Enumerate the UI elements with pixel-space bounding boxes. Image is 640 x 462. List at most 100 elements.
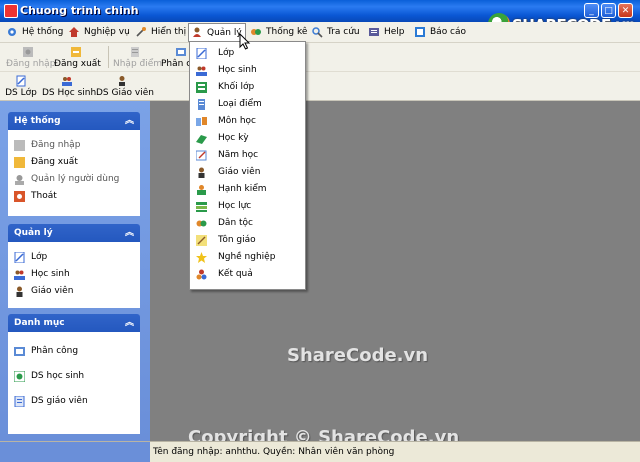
dropdown-item-hoc-luc[interactable]: Học lực bbox=[190, 198, 305, 215]
dropdown-item-label: Giáo viên bbox=[218, 167, 261, 177]
help-icon bbox=[369, 28, 379, 36]
list-toolbar: DS Lớp DS Học sinh DS Giáo viên bbox=[0, 72, 640, 101]
toolbar-logout-button[interactable]: Đăng xuất bbox=[54, 44, 101, 70]
toolbar-label: Nhập điểm bbox=[113, 59, 163, 69]
maximize-button[interactable]: □ bbox=[601, 3, 616, 18]
sidebar-item-label: DS học sinh bbox=[31, 371, 85, 381]
semester-icon bbox=[196, 135, 207, 144]
menu-label: Báo cáo bbox=[430, 27, 467, 37]
students-icon bbox=[62, 77, 72, 86]
toolbar-students-button[interactable]: DS Học sinh bbox=[42, 73, 96, 99]
assign-icon bbox=[176, 48, 186, 56]
students-icon bbox=[14, 270, 25, 280]
collapse-icon[interactable]: ︽ bbox=[125, 314, 134, 332]
dropdown-item-label: Học kỳ bbox=[218, 133, 249, 143]
sidebar-item-label: Thoát bbox=[31, 191, 57, 201]
menu-thong-ke[interactable]: Thống kê bbox=[248, 24, 310, 40]
student-list-icon bbox=[14, 371, 25, 382]
sidebar-group-body: Phân công DS học sinh DS giáo viên bbox=[8, 332, 140, 434]
app-icon bbox=[4, 4, 18, 18]
result-icon bbox=[196, 269, 207, 280]
toolbar-label: DS Học sinh bbox=[42, 88, 97, 98]
toolbar-class-list-button[interactable]: DS Lớp bbox=[4, 73, 38, 99]
teacher-icon bbox=[16, 286, 23, 297]
sidebar-item-ds-hoc-sinh[interactable]: DS học sinh bbox=[9, 368, 139, 393]
toolbar-label: DS Lớp bbox=[5, 88, 37, 98]
chart-icon bbox=[251, 29, 261, 35]
sidebar-group-header[interactable]: Danh mục ︽ bbox=[8, 314, 140, 332]
toolbar-label: Đăng xuất bbox=[54, 59, 101, 69]
dropdown-item-label: Khối lớp bbox=[218, 82, 255, 92]
religion-icon bbox=[196, 235, 207, 246]
menu-bao-cao[interactable]: Báo cáo bbox=[412, 24, 469, 40]
sidebar-group-header[interactable]: Quản lý ︽ bbox=[8, 224, 140, 242]
sidebar-item-ds-giao-vien[interactable]: DS giáo viên bbox=[9, 393, 139, 418]
sidebar-group-header[interactable]: Hệ thống ︽ bbox=[8, 112, 140, 130]
login-icon bbox=[23, 47, 33, 57]
quan-ly-dropdown-menu: Lớp Học sinh Khối lớp Loại điểm Môn học … bbox=[189, 41, 306, 290]
dropdown-item-label: Lớp bbox=[218, 48, 235, 58]
sidebar-item-thoat[interactable]: Thoát bbox=[9, 188, 139, 205]
menu-he-thong[interactable]: Hệ thống bbox=[4, 24, 66, 40]
sidebar-item-hoc-sinh[interactable]: Học sinh bbox=[9, 266, 139, 283]
toolbar-label: Đăng nhập bbox=[6, 59, 56, 69]
dropdown-item-label: Học sinh bbox=[218, 65, 257, 75]
minimize-button[interactable]: _ bbox=[584, 3, 599, 18]
menu-help[interactable]: Help bbox=[366, 24, 408, 40]
logout-icon bbox=[14, 157, 25, 168]
subject-icon bbox=[196, 117, 207, 126]
menu-quan-ly[interactable]: Quản lý bbox=[188, 23, 246, 42]
dropdown-item-hoc-sinh[interactable]: Học sinh bbox=[190, 62, 305, 79]
main-toolbar: Đăng nhập Đăng xuất Nhập điểm Phân c bbox=[0, 43, 640, 72]
wand-icon bbox=[136, 27, 146, 37]
school-year-icon bbox=[196, 150, 207, 161]
dropdown-item-nghe-nghiep[interactable]: Nghề nghiệp bbox=[190, 249, 305, 266]
occupation-icon bbox=[196, 252, 207, 263]
toolbar-grade-entry-button[interactable]: Nhập điểm bbox=[113, 44, 162, 70]
toolbar-assign-button[interactable]: Phân c bbox=[161, 44, 189, 70]
menu-label: Thống kê bbox=[266, 27, 308, 37]
teacher-icon bbox=[198, 167, 205, 178]
sidebar-item-phan-cong[interactable]: Phân công bbox=[9, 343, 139, 368]
toolbar-teachers-button[interactable]: DS Giáo viên bbox=[96, 73, 154, 99]
dropdown-item-mon-hoc[interactable]: Môn học bbox=[190, 113, 305, 130]
menu-label: Nghiệp vụ bbox=[84, 27, 130, 37]
sidebar-item-dang-nhap[interactable]: Đăng nhập bbox=[9, 137, 139, 154]
menu-label: Hệ thống bbox=[22, 27, 64, 37]
dropdown-item-hanh-kiem[interactable]: Hạnh kiểm bbox=[190, 181, 305, 198]
menu-nghiep-vu[interactable]: Nghiệp vụ bbox=[66, 24, 133, 40]
menu-label: Hiển thị bbox=[151, 27, 187, 37]
toolbar-separator bbox=[108, 46, 109, 68]
dropdown-item-hoc-ky[interactable]: Học kỳ bbox=[190, 130, 305, 147]
sidebar-item-dang-xuat[interactable]: Đăng xuất bbox=[9, 154, 139, 171]
menu-tra-cuu[interactable]: Tra cứu bbox=[309, 24, 363, 40]
sidebar-item-lop[interactable]: Lớp bbox=[9, 249, 139, 266]
dropdown-item-ket-qua[interactable]: Kết quả bbox=[190, 266, 305, 283]
collapse-icon[interactable]: ︽ bbox=[125, 112, 134, 130]
dropdown-item-label: Năm học bbox=[218, 150, 259, 160]
login-icon bbox=[14, 140, 25, 151]
dropdown-item-ton-giao[interactable]: Tôn giáo bbox=[190, 232, 305, 249]
sidebar-group-danh-muc: Danh mục ︽ Phân công DS học sinh DS giáo… bbox=[8, 314, 140, 434]
dropdown-item-label: Kết quả bbox=[218, 269, 253, 279]
exit-icon bbox=[14, 191, 25, 202]
sidebar-item-giao-vien[interactable]: Giáo viên bbox=[9, 283, 139, 300]
collapse-icon[interactable]: ︽ bbox=[125, 224, 134, 242]
window-title: Chuong trinh chinh bbox=[20, 4, 139, 17]
dropdown-item-khoi-lop[interactable]: Khối lớp bbox=[190, 79, 305, 96]
ethnicity-icon bbox=[196, 220, 207, 227]
sidebar-item-quan-ly-nguoi-dung[interactable]: Quản lý người dùng bbox=[9, 171, 139, 188]
menu-hien-thi[interactable]: Hiển thị bbox=[133, 24, 189, 40]
dropdown-item-giao-vien[interactable]: Giáo viên bbox=[190, 164, 305, 181]
dropdown-item-loai-diem[interactable]: Loại điểm bbox=[190, 96, 305, 113]
close-button[interactable]: ✕ bbox=[618, 3, 633, 18]
dropdown-item-nam-hoc[interactable]: Năm học bbox=[190, 147, 305, 164]
menu-bar: Hệ thống Nghiệp vụ Hiển thị Quản lý Thốn… bbox=[0, 22, 640, 43]
status-bar-sidebar-strip bbox=[0, 442, 150, 462]
toolbar-login-button[interactable]: Đăng nhập bbox=[6, 44, 55, 70]
grade-entry-icon bbox=[131, 47, 139, 57]
sidebar-item-label: Học sinh bbox=[31, 269, 70, 279]
dropdown-item-dan-toc[interactable]: Dân tộc bbox=[190, 215, 305, 232]
grade-level-icon bbox=[196, 82, 207, 93]
logout-icon bbox=[71, 47, 81, 57]
